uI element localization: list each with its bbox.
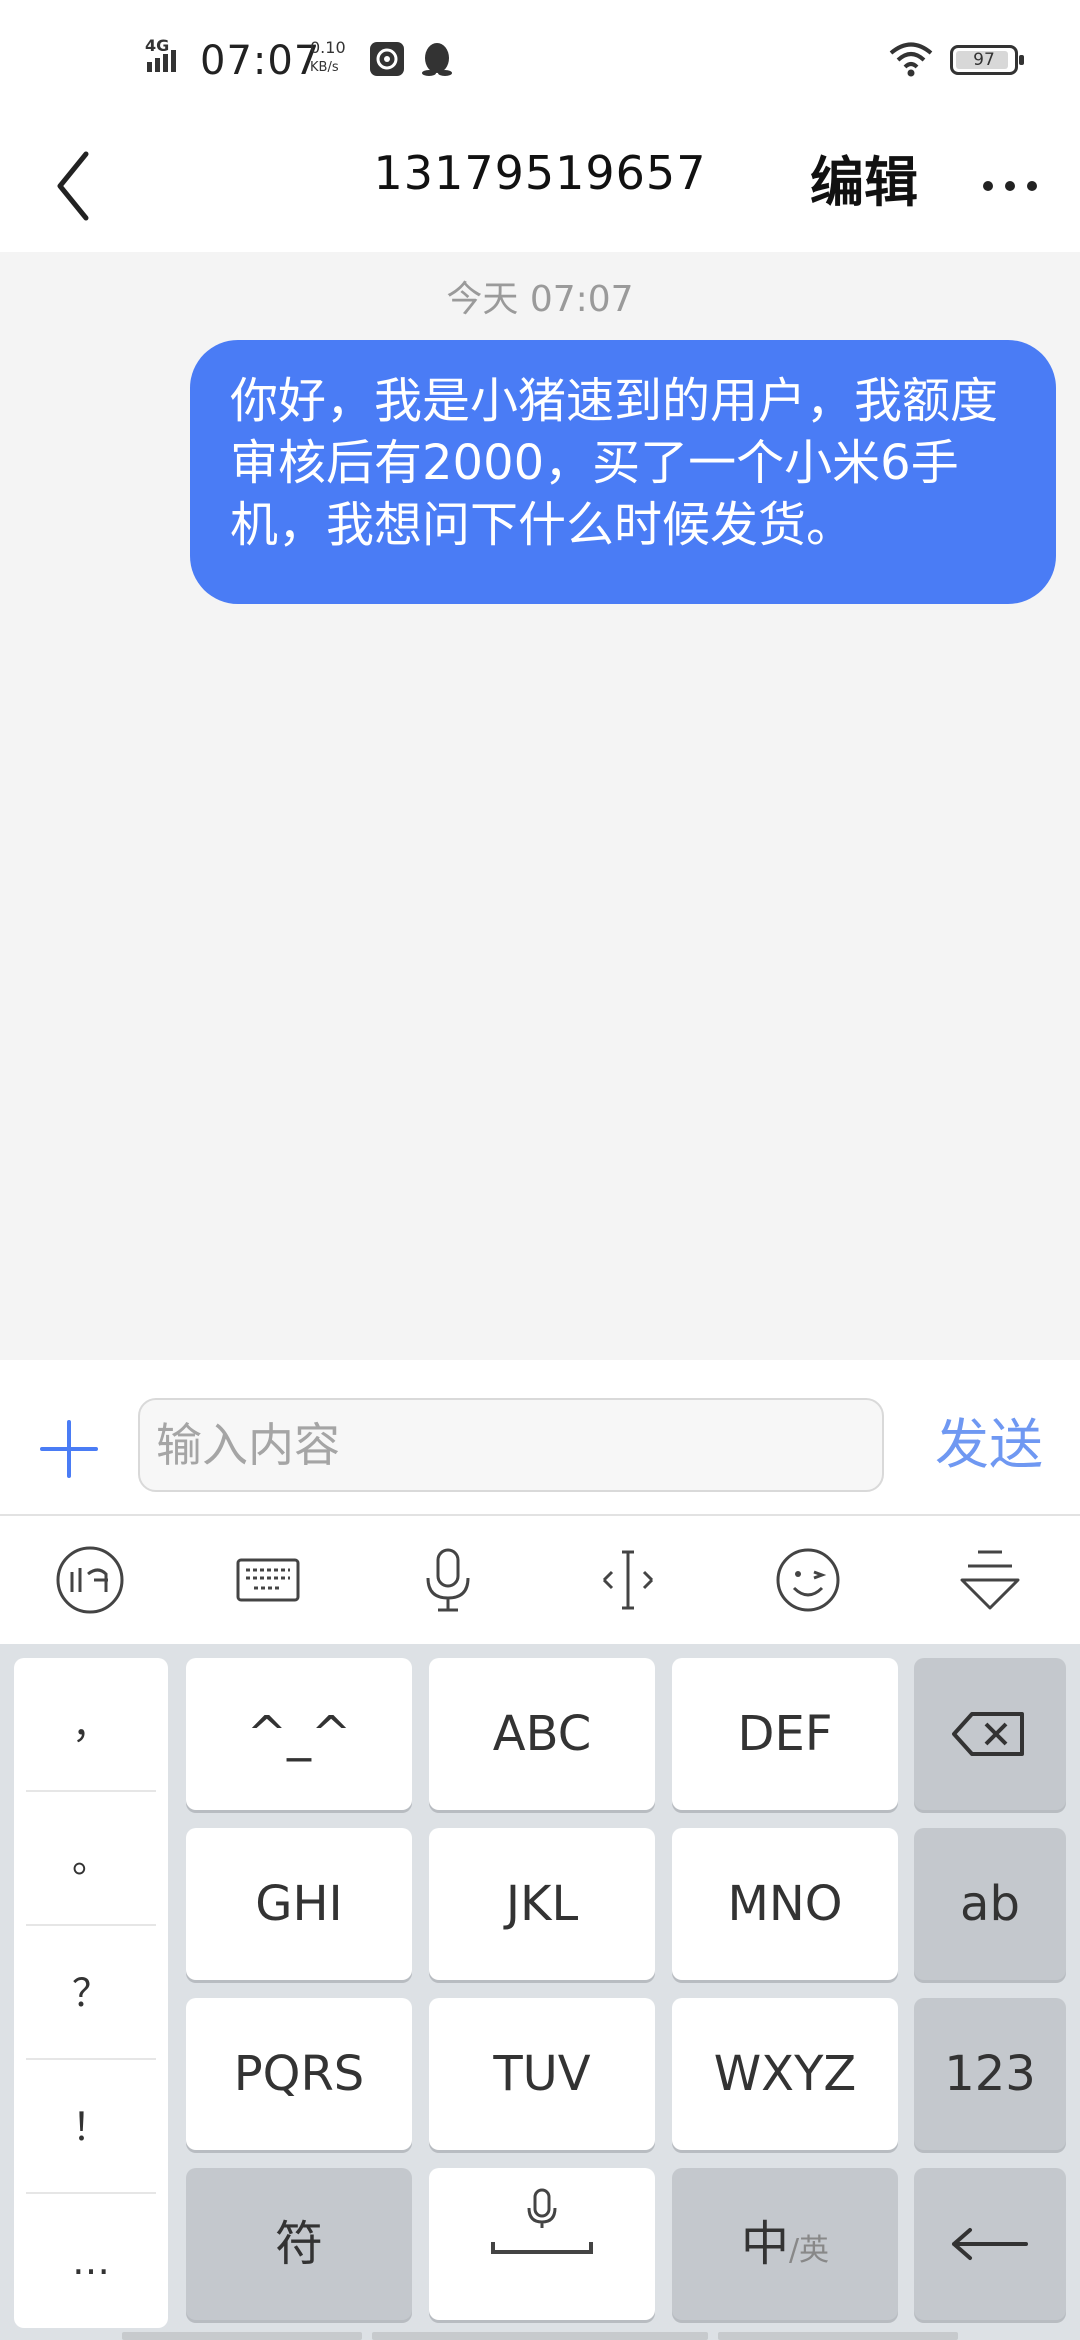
key-def[interactable]: DEF — [672, 1658, 898, 1810]
punctuation-key[interactable]: ， — [26, 1658, 156, 1792]
outgoing-message-bubble[interactable]: 你好，我是小猪速到的用户，我额度审核后有2000，买了一个小米6手机，我想问下什… — [190, 340, 1056, 604]
key-symbols[interactable]: 符 — [186, 2168, 412, 2320]
battery-icon: 97 — [950, 45, 1024, 75]
strip-segment — [718, 2332, 958, 2340]
space-key[interactable] — [429, 2168, 655, 2320]
ifly-logo-icon[interactable] — [54, 1544, 126, 1616]
lang-main-label: 中 — [740, 2216, 789, 2272]
app-notification-icon — [370, 42, 404, 76]
key-wxyz[interactable]: WXYZ — [672, 1998, 898, 2150]
punctuation-key[interactable]: ！ — [26, 2060, 156, 2194]
punctuation-key[interactable]: ？ — [26, 1926, 156, 2060]
hide-keyboard-icon[interactable] — [954, 1544, 1026, 1616]
lang-sub-label: /英 — [788, 2233, 830, 2268]
wifi-icon — [889, 42, 933, 77]
punctuation-key[interactable]: … — [26, 2194, 156, 2328]
key-tuv[interactable]: TUV — [429, 1998, 655, 2150]
cursor-move-icon[interactable] — [592, 1544, 664, 1616]
edit-button[interactable]: 编辑 — [810, 138, 918, 217]
status-bar: 4G 07:07 0.10 KB/s 97 — [0, 0, 1080, 120]
key-language-switch[interactable]: 中/英 — [672, 2168, 898, 2320]
qq-icon — [422, 43, 452, 76]
ime-toolbar — [0, 1516, 1080, 1644]
strip-segment — [372, 2332, 708, 2340]
microphone-icon[interactable] — [412, 1544, 484, 1616]
key-numbers-switch[interactable]: 123 — [914, 1998, 1066, 2150]
key-ghi[interactable]: GHI — [186, 1828, 412, 1980]
enter-icon — [952, 2228, 1028, 2260]
network-speed: 0.10 KB/s — [310, 38, 346, 78]
key-english-switch[interactable]: ab — [914, 1828, 1066, 1980]
message-text: 你好，我是小猪速到的用户，我额度审核后有2000，买了一个小米6手机，我想问下什… — [230, 373, 999, 553]
enter-key[interactable] — [914, 2168, 1066, 2320]
punctuation-key[interactable]: 。 — [26, 1792, 156, 1926]
key-pqrs[interactable]: PQRS — [186, 1998, 412, 2150]
t9-keyboard: ， 。 ？ ！ … ^_^ ABC DEF GHI JKL MNO ab PQR… — [0, 1644, 1080, 2340]
emoji-icon[interactable] — [772, 1544, 844, 1616]
plus-icon[interactable] — [38, 1418, 100, 1480]
network-speed-value: 0.10 — [310, 38, 346, 57]
chevron-left-icon[interactable] — [44, 142, 114, 230]
network-speed-unit: KB/s — [310, 60, 339, 75]
message-composer: 发送 — [0, 1360, 1080, 1516]
bottom-strip — [0, 2328, 1080, 2340]
strip-segment — [122, 2332, 362, 2340]
keyboard-icon[interactable] — [232, 1544, 304, 1616]
key-emoticon[interactable]: ^_^ — [186, 1658, 412, 1810]
conversation-header: 13179519657 编辑 — [0, 120, 1080, 252]
more-horizontal-icon[interactable] — [980, 156, 1040, 216]
network-type: 4G — [145, 36, 170, 55]
key-mno[interactable]: MNO — [672, 1828, 898, 1980]
message-list[interactable]: 今天 07:07 你好，我是小猪速到的用户，我额度审核后有2000，买了一个小米… — [0, 252, 1080, 1360]
backspace-icon — [952, 1712, 1024, 1756]
key-jkl[interactable]: JKL — [429, 1828, 655, 1980]
message-input[interactable] — [138, 1398, 884, 1492]
send-button[interactable]: 发送 — [935, 1400, 1043, 1479]
message-timestamp: 今天 07:07 — [446, 279, 634, 320]
battery-level: 97 — [973, 50, 995, 70]
punctuation-column: ， 。 ？ ！ … — [14, 1658, 168, 2328]
clock: 07:07 — [200, 38, 321, 84]
contact-title: 13179519657 — [373, 146, 707, 200]
backspace-key[interactable] — [914, 1658, 1066, 1810]
space-mic-icon — [491, 2188, 593, 2254]
key-abc[interactable]: ABC — [429, 1658, 655, 1810]
